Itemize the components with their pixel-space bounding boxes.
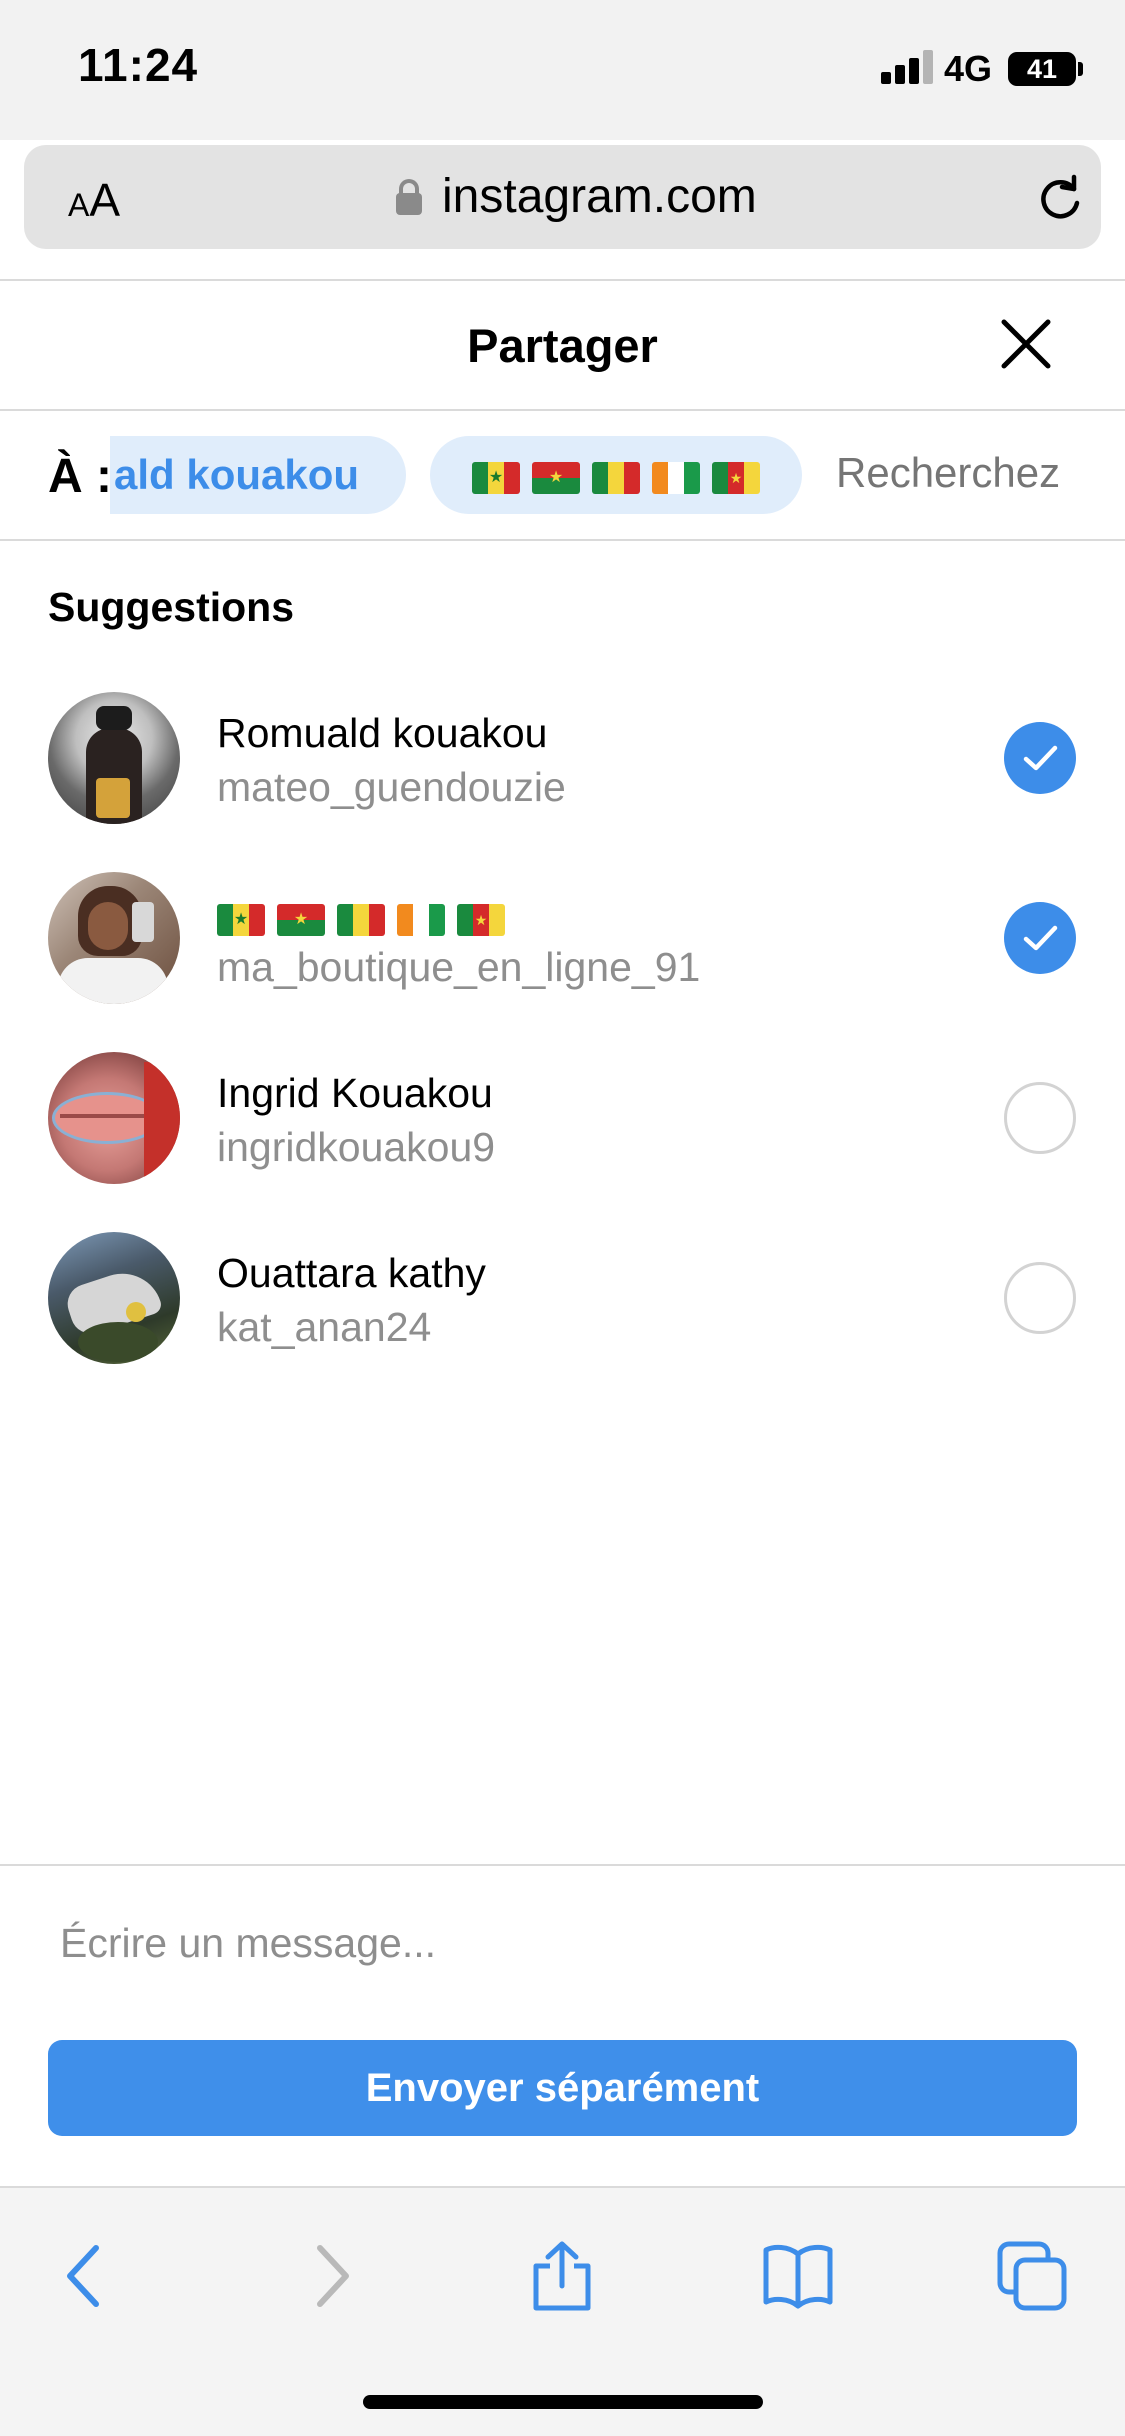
recipient-chip[interactable]: ald kouakou: [110, 436, 406, 514]
avatar: [48, 872, 180, 1004]
tabs-icon[interactable]: [996, 2240, 1068, 2312]
ivory-coast-flag: [397, 904, 445, 937]
to-label: À :: [48, 450, 112, 503]
ivory-coast-flag: [652, 461, 700, 494]
recipient-chip-flags[interactable]: ★ ★ ★: [430, 436, 802, 514]
selection-checkbox[interactable]: [1004, 1082, 1076, 1154]
mali-flag: [337, 904, 385, 937]
suggestions-heading: Suggestions: [48, 584, 295, 630]
divider: [0, 1864, 1125, 1866]
selection-checkbox[interactable]: [1004, 902, 1076, 974]
text-size-button[interactable]: AA: [68, 173, 120, 227]
contact-row[interactable]: Ingrid Kouakou ingridkouakou9: [0, 1030, 1125, 1210]
reload-icon[interactable]: [1034, 173, 1086, 225]
battery-level: 41: [1026, 54, 1058, 84]
contact-row[interactable]: ★ ★ ★ ma_boutique_en_ligne_91: [0, 850, 1125, 1030]
lock-icon: [396, 179, 422, 215]
cameroon-flag: ★: [712, 461, 760, 494]
senegal-flag: ★: [472, 461, 520, 494]
checkmark-icon: [1023, 925, 1058, 951]
senegal-flag: ★: [217, 904, 265, 937]
close-icon[interactable]: [1000, 318, 1052, 370]
cellular-signal-icon: [881, 50, 933, 84]
contact-name: Ingrid Kouakou: [217, 1070, 493, 1116]
contact-row[interactable]: Ouattara kathy kat_anan24: [0, 1210, 1125, 1390]
recipient-search-input[interactable]: [836, 449, 1125, 497]
mali-flag: [592, 461, 640, 494]
back-icon[interactable]: [50, 2240, 122, 2312]
home-indicator: [363, 2395, 763, 2409]
contact-username: ma_boutique_en_ligne_91: [217, 944, 701, 990]
text-size-large-a: A: [89, 174, 121, 226]
burkina-faso-flag: ★: [532, 461, 580, 494]
battery-icon: 41: [1008, 52, 1076, 86]
share-icon[interactable]: [526, 2240, 598, 2312]
divider: [0, 539, 1125, 541]
contact-name-flags: ★ ★ ★: [217, 894, 505, 941]
checkmark-icon: [1023, 745, 1058, 771]
text-size-small-a: A: [68, 187, 90, 223]
avatar: [48, 1232, 180, 1364]
battery-tip: [1078, 62, 1083, 76]
contact-name: Romuald kouakou: [217, 710, 548, 756]
contact-username: ingridkouakou9: [217, 1124, 496, 1170]
forward-icon[interactable]: [294, 2240, 366, 2312]
burkina-faso-flag: ★: [277, 904, 325, 937]
divider: [0, 279, 1125, 281]
message-input[interactable]: [60, 1920, 1060, 1967]
selection-checkbox[interactable]: [1004, 722, 1076, 794]
status-time: 11:24: [78, 39, 199, 91]
url-text[interactable]: instagram.com: [442, 169, 757, 224]
send-separately-button[interactable]: Envoyer séparément: [48, 2040, 1077, 2136]
share-title: Partager: [467, 319, 658, 372]
avatar: [48, 1052, 180, 1184]
contact-name: Ouattara kathy: [217, 1250, 486, 1296]
selection-checkbox[interactable]: [1004, 1262, 1076, 1334]
cameroon-flag: ★: [457, 904, 505, 937]
contact-username: kat_anan24: [217, 1304, 432, 1350]
url-bar[interactable]: AA instagram.com: [24, 145, 1101, 249]
flags-group: ★ ★ ★: [472, 461, 760, 494]
contact-username: mateo_guendouzie: [217, 764, 566, 810]
avatar: [48, 692, 180, 824]
bookmarks-icon[interactable]: [762, 2240, 834, 2312]
network-type: 4G: [944, 48, 993, 89]
contact-row[interactable]: Romuald kouakou mateo_guendouzie: [0, 670, 1125, 850]
recipients-row: À : ald kouakou ★ ★ ★: [0, 411, 1125, 539]
status-bar: 11:24 4G 41: [0, 0, 1125, 140]
